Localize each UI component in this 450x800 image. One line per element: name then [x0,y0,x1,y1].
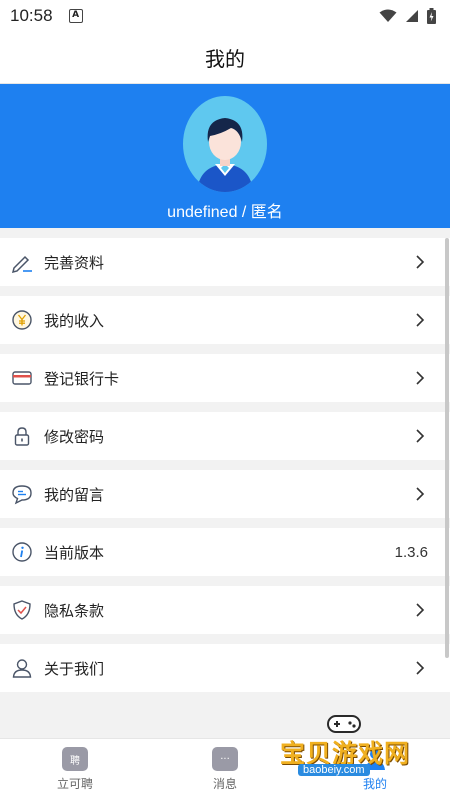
card-icon [10,366,34,390]
profile-header: undefined / 匿名 [0,84,450,228]
status-bar: 10:58 A [0,0,450,32]
recruit-icon: 聘 [62,747,88,771]
username-label: undefined / 匿名 [167,204,283,221]
settings-menu: 完善资料 我的收入 登记银行卡 修改密码 我的留言 当前版本 1.3.6 隐私条… [0,238,450,702]
menu-label: 我的留言 [44,485,105,504]
menu-label: 当前版本 [44,543,105,562]
chevron-right-icon [416,603,425,617]
menu-item-edit-profile[interactable]: 完善资料 [0,238,450,286]
lock-icon [10,424,34,448]
status-icons [379,8,436,24]
menu-item-my-income[interactable]: 我的收入 [0,296,450,344]
scrollbar[interactable] [445,238,449,658]
chat-bubble-icon: ··· [212,747,238,771]
page-title: 我的 [205,47,245,71]
tab-label: 消息 [212,777,237,791]
menu-label: 修改密码 [44,427,105,446]
shield-icon [10,598,34,622]
page-title-bar: 我的 [0,32,450,84]
watermark-url: baobeiy.com [298,764,370,776]
version-value: 1.3.6 [394,543,428,561]
tab-label: 立可聘 [56,777,93,791]
chevron-right-icon [416,429,425,443]
battery-icon [427,8,436,24]
chevron-right-icon [416,371,425,385]
pencil-icon [10,250,34,274]
status-time: 10:58 [10,6,53,25]
menu-label: 关于我们 [44,659,105,678]
menu-label: 完善资料 [44,253,105,272]
user-icon [10,656,34,680]
menu-item-privacy[interactable]: 隐私条款 [0,586,450,634]
notification-a-icon: A [68,9,83,23]
menu-item-current-version: 当前版本 1.3.6 [0,528,450,576]
message-icon [10,482,34,506]
avatar-icon[interactable] [183,96,267,192]
chevron-right-icon [416,255,425,269]
chevron-right-icon [416,313,425,327]
menu-item-change-password[interactable]: 修改密码 [0,412,450,460]
menu-label: 我的收入 [44,311,105,330]
avatar-illustration [197,118,253,192]
info-icon [10,540,34,564]
tab-recruit[interactable]: 聘 立可聘 [0,739,150,800]
watermark: 宝贝游戏网 baobeiy.com [272,712,422,792]
chevron-right-icon [416,487,425,501]
gamepad-icon [327,715,361,733]
menu-label: 登记银行卡 [44,369,120,388]
menu-item-bank-card[interactable]: 登记银行卡 [0,354,450,402]
menu-item-about-us[interactable]: 关于我们 [0,644,450,692]
wifi-icon [379,9,397,22]
menu-label: 隐私条款 [44,601,105,620]
chevron-right-icon [416,661,425,675]
signal-icon [406,10,418,22]
yen-coin-icon [10,308,34,332]
menu-item-my-messages[interactable]: 我的留言 [0,470,450,518]
